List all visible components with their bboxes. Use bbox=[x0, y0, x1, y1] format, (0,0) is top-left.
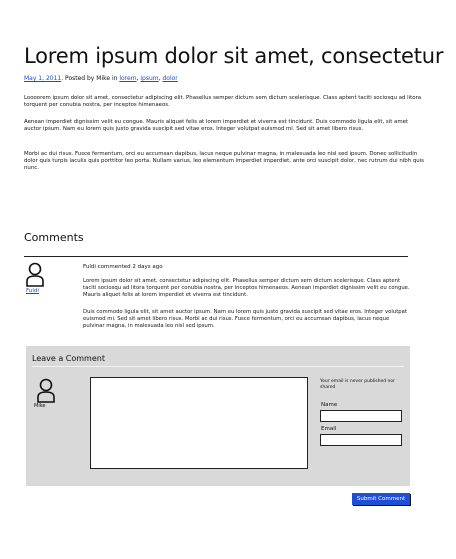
comments-heading: Comments bbox=[24, 231, 84, 244]
name-label: Name bbox=[321, 402, 338, 408]
tag-link-lorem[interactable]: lorem bbox=[119, 75, 136, 82]
comment-paragraph: Lorem ipsum dolor sit amet, consectetur … bbox=[83, 278, 410, 298]
comment-textarea[interactable] bbox=[90, 377, 308, 469]
comment-meta: Fuldi commented 2 days ago bbox=[83, 264, 163, 270]
comment-author-link[interactable]: Fuldi bbox=[26, 288, 39, 294]
user-avatar-icon bbox=[37, 378, 55, 403]
leave-comment-panel: Leave a Comment Mike Your email is never… bbox=[26, 346, 410, 486]
posted-by-text: . Posted by Mike in bbox=[61, 75, 120, 82]
post-paragraph: Morbi ac dui risus. Fusce fermentum, orc… bbox=[24, 151, 424, 171]
post-meta: May 1, 2011. Posted by Mike in lorem, ip… bbox=[24, 75, 178, 82]
name-field[interactable] bbox=[320, 410, 402, 422]
current-user-name: Mike bbox=[34, 403, 46, 409]
email-privacy-notice: Your email is never published nor shared bbox=[320, 379, 396, 390]
post-date-link[interactable]: May 1, 2011 bbox=[24, 75, 61, 82]
submit-comment-button[interactable]: Submit Comment bbox=[352, 493, 410, 505]
comment-paragraph: Duis commodo ligula elit, sit amet aucto… bbox=[83, 309, 407, 329]
user-avatar-icon bbox=[26, 262, 44, 287]
email-label: Email bbox=[321, 426, 337, 432]
post-paragraph: Aenean imperdiet dignissim velit eu cong… bbox=[24, 119, 409, 132]
post-paragraph: Loooorem ipsum dolor sit amet, consectet… bbox=[24, 95, 422, 108]
leave-comment-rule bbox=[32, 366, 404, 367]
email-field[interactable] bbox=[320, 434, 402, 446]
tag-link-ipsum[interactable]: ipsum bbox=[140, 75, 158, 82]
tag-link-dolor[interactable]: dolor bbox=[162, 75, 177, 82]
post-title: Lorem ipsum dolor sit amet, consectetur … bbox=[24, 44, 444, 68]
leave-comment-title: Leave a Comment bbox=[32, 354, 105, 363]
comments-divider bbox=[24, 256, 408, 257]
